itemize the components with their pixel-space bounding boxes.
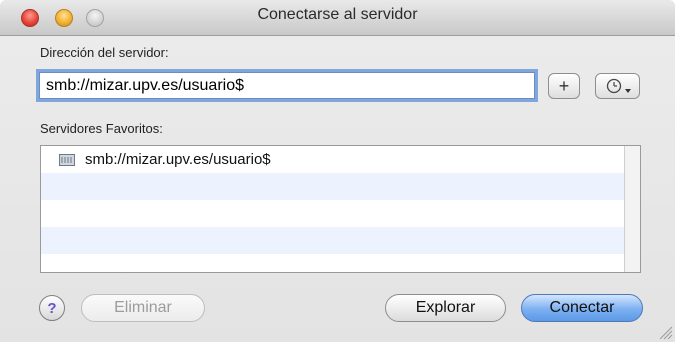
favorite-servers-label: Servidores Favoritos:: [40, 121, 163, 136]
list-row-empty: [41, 173, 640, 200]
vertical-scrollbar[interactable]: [624, 146, 640, 272]
list-item[interactable]: smb://mizar.upv.es/usuario$: [41, 146, 640, 173]
list-row-empty: [41, 200, 640, 227]
resize-grip-icon[interactable]: [655, 322, 673, 340]
recent-servers-button[interactable]: [595, 73, 640, 99]
server-address-label: Dirección del servidor:: [40, 45, 169, 60]
list-row-empty: [41, 227, 640, 254]
title-bar: Conectarse al servidor: [0, 0, 675, 36]
window-title: Conectarse al servidor: [257, 6, 418, 23]
help-button[interactable]: ?: [39, 295, 65, 321]
connect-button-label: Conectar: [549, 299, 615, 316]
connect-button[interactable]: Conectar: [521, 294, 643, 322]
favorite-servers-list[interactable]: smb://mizar.upv.es/usuario$: [40, 145, 641, 273]
list-item-label: smb://mizar.upv.es/usuario$: [85, 151, 271, 168]
add-favorite-button[interactable]: +: [548, 73, 580, 99]
help-label: ?: [47, 299, 57, 317]
server-icon: [59, 153, 75, 167]
connect-to-server-dialog: Conectarse al servidor Dirección del ser…: [0, 0, 675, 342]
browse-button[interactable]: Explorar: [385, 294, 506, 322]
remove-button[interactable]: Eliminar: [81, 294, 205, 322]
clock-dropdown-icon: [606, 78, 631, 94]
add-favorite-label: +: [558, 75, 570, 96]
list-row-empty: [41, 254, 640, 272]
browse-button-label: Explorar: [415, 299, 476, 316]
remove-button-label: Eliminar: [114, 299, 172, 316]
server-address-input[interactable]: [39, 72, 535, 99]
